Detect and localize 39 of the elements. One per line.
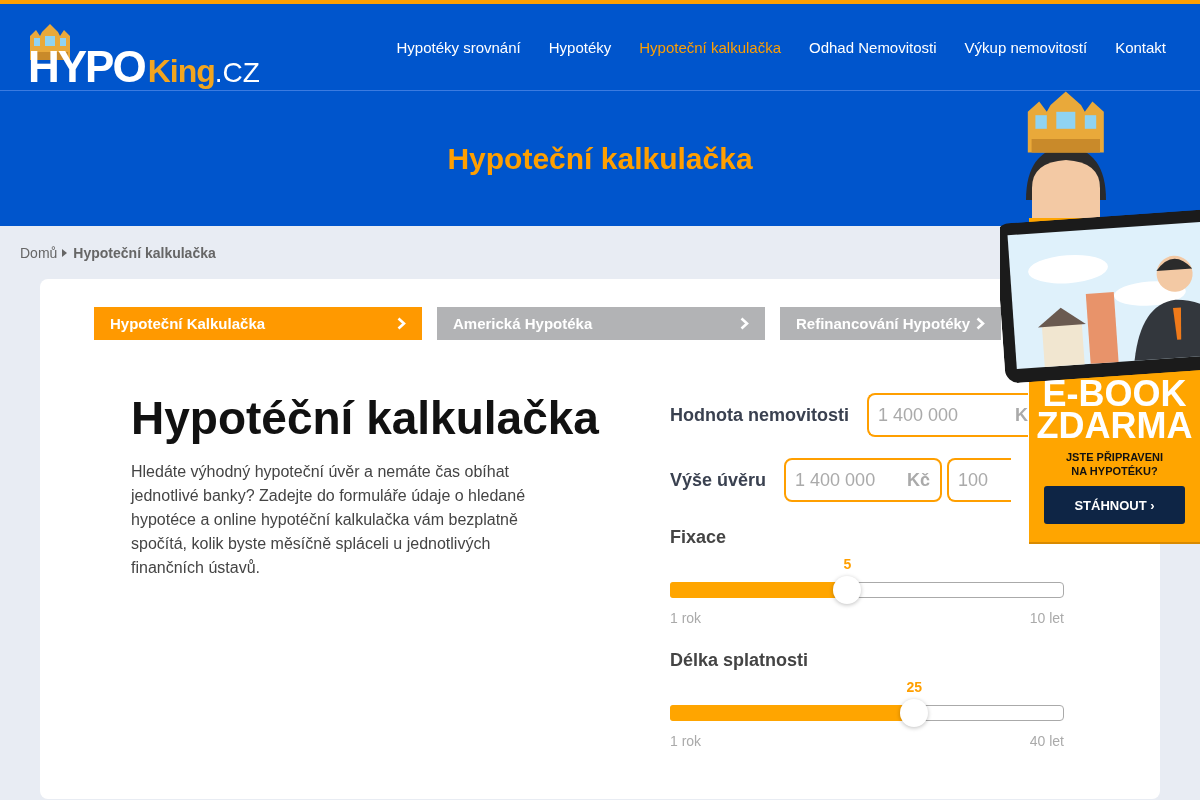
input-box[interactable]: 100: [947, 458, 1012, 502]
field-label: Hodnota nemovitosti: [670, 404, 849, 426]
text-input[interactable]: 1 400 000: [793, 468, 908, 492]
nav-link[interactable]: Kontakt: [1115, 38, 1166, 56]
breadcrumb-link[interactable]: Domů: [20, 244, 58, 261]
ad-headline: E-BOOK: [1042, 378, 1187, 410]
slider-value: 5: [843, 556, 852, 572]
slider-label: Délka splatnosti: [670, 650, 810, 671]
chevron-right-icon: [397, 317, 406, 330]
breadcrumb-current: Hypoteční kalkulačka: [73, 244, 216, 261]
site-logo[interactable]: HYPOKing.CZ: [28, 42, 260, 92]
range-min-label: 1 rok: [670, 733, 702, 749]
field-label: Výše úvěru: [670, 469, 767, 491]
range-min-label: 1 rok: [670, 610, 702, 626]
download-button[interactable]: STÁHNOUT ›: [1044, 486, 1185, 524]
nav-link[interactable]: Hypotéky srovnání: [396, 38, 521, 56]
unit-label: K: [1015, 404, 1028, 426]
ad-subtitle: JSTE PŘIPRAVENI NA HYPOTÉKU?: [1065, 450, 1164, 478]
nav-link[interactable]: Výkup nemovitostí: [964, 38, 1088, 56]
chevron-right-icon: [976, 317, 985, 330]
range-max-label: 10 let: [1029, 610, 1064, 626]
slider[interactable]: [670, 699, 1064, 727]
section-heading: Hypotéční kalkulačka: [131, 392, 600, 444]
page-title: Hypoteční kalkulačka: [447, 141, 753, 176]
slider-handle[interactable]: [900, 699, 929, 727]
ad-headline: ZDARMA: [1036, 410, 1193, 442]
range-max-label: 40 let: [1029, 733, 1064, 749]
intro-paragraph: Hledáte výhodný hypoteční úvěr a nemáte čas obíhat jednotlivé banky? Zadejte do formuláře údaje o hledané hypotéce a online hypotéční kalkulačka vám bezplatně spočítá, kolik byste měsíčně spláceli u jednotlivých finančních ústavů.: [131, 462, 527, 578]
caret-icon: [62, 248, 68, 257]
slider[interactable]: [670, 576, 1064, 604]
text-input[interactable]: 1 400 000: [876, 403, 1015, 427]
slider-label: Fixace: [670, 527, 728, 548]
slider-value: 25: [906, 679, 923, 695]
chevron-right-icon: [740, 317, 749, 330]
nav-link[interactable]: Hypotéky: [548, 38, 612, 56]
slider-handle[interactable]: [833, 576, 862, 604]
unit-label: Kč: [907, 469, 931, 491]
text-input[interactable]: 100: [956, 468, 1012, 492]
nav-link[interactable]: Odhad Nemovitosti: [809, 38, 937, 56]
